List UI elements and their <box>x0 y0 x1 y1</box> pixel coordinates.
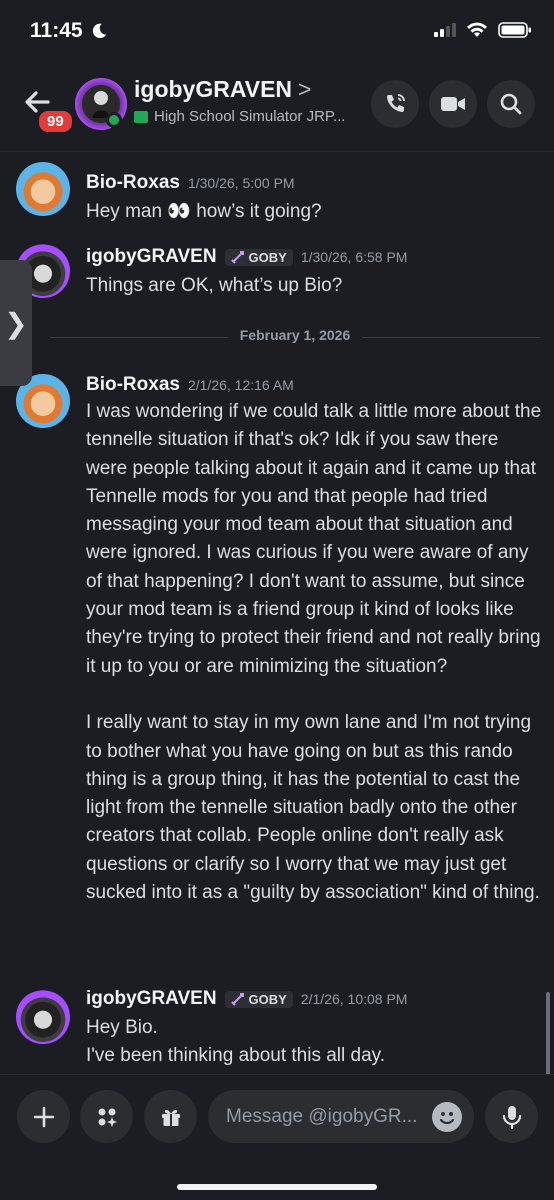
chevron-right-icon: > <box>298 76 312 102</box>
status-bar: 11:45 <box>0 0 554 66</box>
sword-icon <box>230 251 244 264</box>
author-name[interactable]: igobyGRAVEN <box>86 988 217 1010</box>
message-header: Bio-Roxas 1/30/26, 5:00 PM <box>86 172 295 194</box>
date-divider: February 1, 2026 <box>50 327 540 347</box>
author-name[interactable]: igobyGRAVEN <box>86 246 217 268</box>
role-tag[interactable]: GOBY <box>224 248 293 266</box>
message-input-placeholder: Message @igobyGR... <box>226 1105 418 1127</box>
online-status-dot <box>106 112 122 128</box>
gift-button[interactable] <box>144 1090 197 1143</box>
timestamp: 2/1/26, 12:16 AM <box>187 377 294 393</box>
activity-status: High School Simulator JRP... <box>134 108 345 125</box>
role-tag-label: GOBY <box>248 991 287 1007</box>
message-header: igobyGRAVEN GOBY 1/30/26, 6:58 PM <box>86 246 407 268</box>
moon-icon <box>92 23 107 39</box>
avatar[interactable] <box>16 990 70 1044</box>
wifi-icon <box>467 22 487 37</box>
message-header: Bio-Roxas 2/1/26, 12:16 AM <box>86 374 294 396</box>
channel-title[interactable]: igobyGRAVEN > <box>134 76 311 103</box>
video-camera-icon <box>441 97 465 111</box>
home-indicator[interactable] <box>177 1184 377 1190</box>
voice-message-button[interactable] <box>485 1090 538 1143</box>
apps-icon <box>98 1108 117 1127</box>
divider-date: February 1, 2026 <box>50 327 540 343</box>
role-tag[interactable]: GOBY <box>224 990 293 1008</box>
activity-text: High School Simulator JRP... <box>154 108 346 125</box>
signal-icon <box>434 23 456 37</box>
message-input[interactable]: Message @igobyGR... <box>208 1090 474 1143</box>
message-header: igobyGRAVEN GOBY 2/1/26, 10:08 PM <box>86 988 407 1010</box>
search-button[interactable] <box>487 80 535 128</box>
message-list[interactable]: Bio-Roxas 1/30/26, 5:00 PM Hey man 👀 how… <box>0 152 554 1074</box>
search-icon <box>500 93 522 115</box>
composer-bar: Message @igobyGR... <box>0 1074 554 1200</box>
phone-icon <box>387 94 405 112</box>
message-text: Things are OK, what’s up Bio? <box>86 275 343 296</box>
apps-button[interactable] <box>80 1090 133 1143</box>
unread-badge: 99 <box>36 108 75 135</box>
drawer-toggle[interactable]: ❯ <box>0 260 32 386</box>
plus-icon <box>33 1106 54 1127</box>
chat-header: 99 igobyGRAVEN > High School Simulator JR… <box>0 66 554 152</box>
battery-icon <box>498 22 531 38</box>
channel-title-text: igobyGRAVEN <box>134 76 293 102</box>
chevron-right-icon: ❯ <box>4 307 28 339</box>
timestamp: 1/30/26, 6:58 PM <box>300 249 408 265</box>
divider-date-text: February 1, 2026 <box>227 327 363 343</box>
author-name[interactable]: Bio-Roxas <box>86 374 180 396</box>
timestamp: 1/30/26, 5:00 PM <box>187 175 295 191</box>
video-call-button[interactable] <box>429 80 477 128</box>
role-tag-label: GOBY <box>248 249 287 265</box>
microphone-icon <box>502 1105 521 1129</box>
timestamp: 2/1/26, 10:08 PM <box>300 991 408 1007</box>
add-attachment-button[interactable] <box>17 1090 70 1143</box>
message-text: I was wondering if we could talk a littl… <box>86 401 542 904</box>
game-icon <box>134 110 148 123</box>
author-name[interactable]: Bio-Roxas <box>86 172 180 194</box>
status-time: 11:45 <box>30 19 83 42</box>
gift-icon <box>161 1109 180 1126</box>
message-text: Hey man 👀 how’s it going? <box>86 201 322 222</box>
voice-call-button[interactable] <box>371 80 419 128</box>
status-indicators <box>434 22 532 38</box>
avatar[interactable] <box>16 162 70 216</box>
smiley-icon <box>439 1112 455 1125</box>
scrollbar[interactable] <box>546 992 550 1074</box>
sword-icon <box>230 993 244 1006</box>
message-text: Hey Bio. I've been thinking about this a… <box>86 1017 386 1067</box>
emoji-button[interactable] <box>432 1102 462 1132</box>
